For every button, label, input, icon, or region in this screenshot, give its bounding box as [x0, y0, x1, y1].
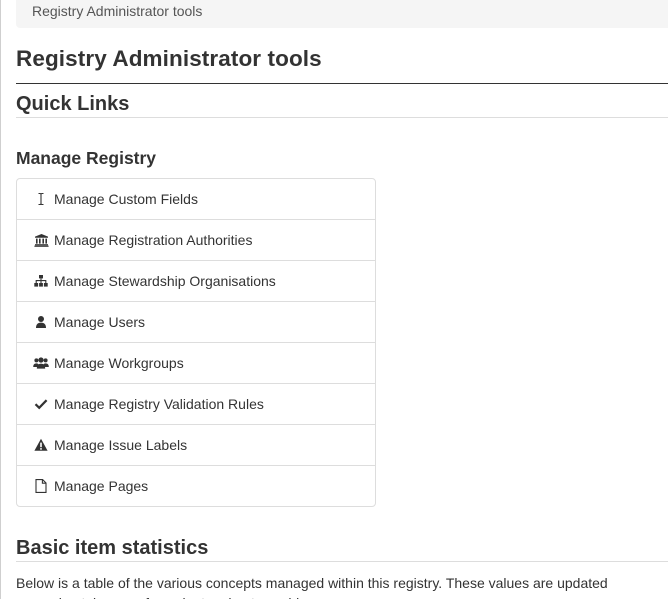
link-manage-pages[interactable]: Manage Pages	[17, 465, 375, 506]
breadcrumb-current: Registry Administrator tools	[32, 3, 203, 19]
user-icon	[33, 314, 49, 330]
breadcrumb: Registry Administrator tools	[16, 0, 668, 28]
link-manage-issue-labels[interactable]: Manage Issue Labels	[17, 424, 375, 465]
link-label: Manage Users	[54, 314, 146, 330]
title-divider	[16, 83, 668, 84]
link-manage-stewardship-organisations[interactable]: Manage Stewardship Organisations	[17, 260, 375, 301]
link-label: Manage Pages	[54, 478, 149, 494]
quick-links-heading: Quick Links	[16, 93, 130, 115]
basic-stats-divider	[16, 561, 668, 562]
warning-icon	[33, 437, 49, 453]
manage-registry-list: Manage Custom Fields Manage Registration…	[16, 178, 376, 507]
link-label: Manage Stewardship Organisations	[54, 273, 276, 289]
sitemap-icon	[33, 273, 49, 289]
window-edge	[0, 0, 1, 599]
link-label: Manage Issue Labels	[54, 437, 188, 453]
link-manage-users[interactable]: Manage Users	[17, 301, 375, 342]
check-icon	[33, 396, 49, 412]
link-manage-custom-fields[interactable]: Manage Custom Fields	[17, 179, 375, 219]
link-label: Manage Registration Authorities	[54, 232, 253, 248]
manage-registry-heading: Manage Registry	[16, 148, 157, 168]
link-label: Manage Workgroups	[54, 355, 184, 371]
users-icon	[33, 355, 49, 371]
quick-links-divider	[16, 117, 668, 118]
page-title: Registry Administrator tools	[16, 46, 322, 71]
link-manage-registration-authorities[interactable]: Manage Registration Authorities	[17, 219, 375, 260]
file-icon	[33, 478, 49, 494]
link-label: Manage Registry Validation Rules	[54, 396, 264, 412]
link-manage-registry-validation-rules[interactable]: Manage Registry Validation Rules	[17, 383, 375, 424]
i-cursor-icon	[33, 191, 49, 207]
institution-icon	[33, 232, 49, 248]
stats-description: Below is a table of the various concepts…	[16, 575, 608, 599]
link-manage-workgroups[interactable]: Manage Workgroups	[17, 342, 375, 383]
basic-stats-heading: Basic item statistics	[16, 537, 209, 559]
link-label: Manage Custom Fields	[54, 191, 198, 207]
